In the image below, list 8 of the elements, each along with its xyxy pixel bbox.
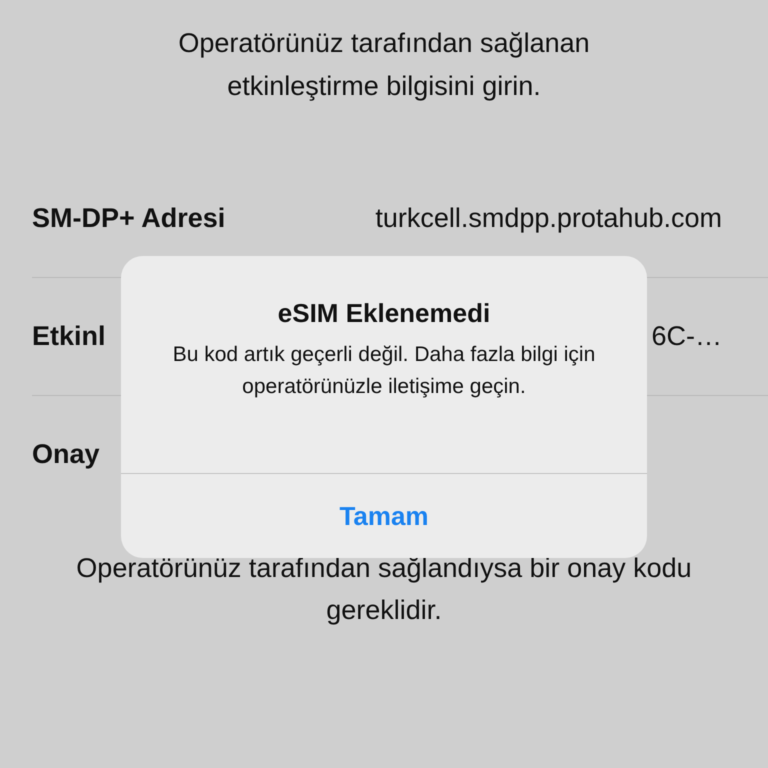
field-label: Etkinl (32, 321, 106, 352)
alert-title: eSIM Eklenemedi (278, 298, 490, 329)
instructions-text: Operatörünüz tarafından sağlanan etkinleştirme bilgisini girin. (177, 27, 591, 103)
alert-message: Bu kod artık geçerli değil. Daha fazla bilgi için operatörünüzle iletişime geçin. (172, 342, 596, 400)
field-value[interactable]: 6C-… (651, 321, 722, 352)
field-value[interactable]: turkcell.smdpp.protahub.com (375, 203, 722, 234)
field-label: Onay (32, 439, 100, 470)
field-label: SM-DP+ Adresi (32, 203, 226, 234)
